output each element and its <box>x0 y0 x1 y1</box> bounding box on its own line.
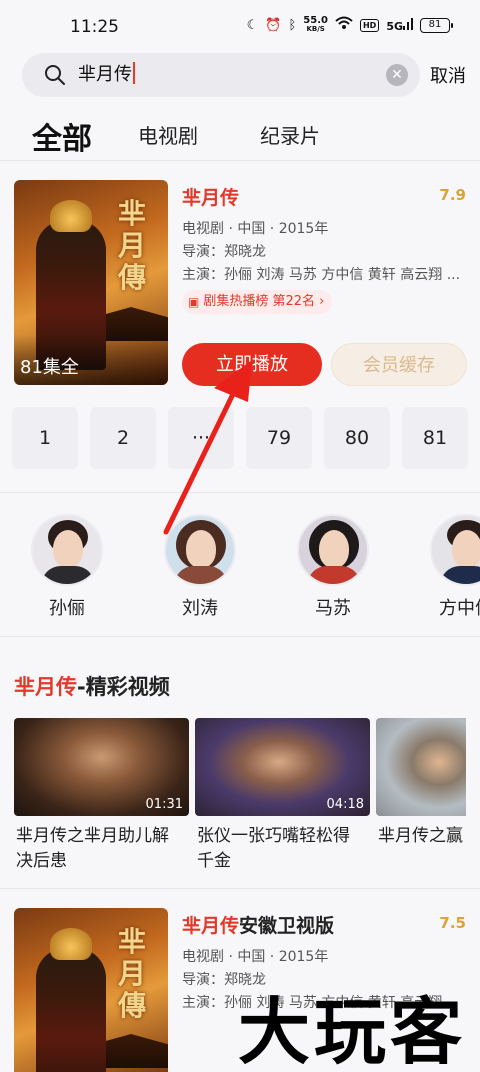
result-2-director: 导演：郑晓龙 <box>182 972 266 988</box>
avatar-body <box>307 566 361 584</box>
result-2-title-extra: 安徽卫视版 <box>239 915 335 937</box>
episode-count-badge: 81集全 <box>20 357 79 378</box>
poster-calligraphy: 芈月傳 <box>118 925 147 1022</box>
episode-button-80[interactable]: 80 <box>324 407 390 469</box>
rank-chip[interactable]: ▣ 剧集热播榜 第22名 › <box>182 290 333 314</box>
result-1-title[interactable]: 芈月传 <box>182 183 239 210</box>
video-title-3[interactable]: 芈月传之赢 <box>378 824 478 849</box>
video-title-line: 芈月传之芈月助儿解 <box>16 826 169 846</box>
avatar <box>297 514 369 586</box>
text-caret <box>133 62 135 84</box>
rank-label: 剧集热播榜 第22名 › <box>203 294 325 309</box>
cancel-button[interactable]: 取消 <box>430 62 466 88</box>
status-bar: 11:25 ☾ ⏰ ᛒ 55.0 KB/S HD 5G 81 <box>0 0 480 54</box>
fire-icon: ▣ <box>188 295 200 309</box>
video-title-line: 决后患 <box>16 851 67 871</box>
status-time: 11:25 <box>70 17 119 37</box>
section-title-highlight: 芈月传 <box>14 675 77 699</box>
episode-button-79[interactable]: 79 <box>246 407 312 469</box>
video-title-1[interactable]: 芈月传之芈月助儿解 决后患 <box>16 824 169 874</box>
video-duration: 04:18 <box>326 797 364 812</box>
cast-name: 孙俪 <box>49 598 85 619</box>
alarm-icon: ⏰ <box>265 17 282 33</box>
avatar-face <box>53 530 83 568</box>
battery-icon: 81 <box>420 17 453 33</box>
avatar-face <box>452 530 480 568</box>
cast-item[interactable]: 马苏 <box>288 514 378 620</box>
result-1-director: 导演：郑晓龙 <box>182 244 266 260</box>
video-title-line: 张仪一张巧嘴轻松得 <box>197 826 350 846</box>
video-title-line: 芈月传之赢 <box>378 826 463 846</box>
cast-divider-bottom <box>0 636 480 637</box>
moon-icon: ☾ <box>246 17 259 33</box>
result-2-title[interactable]: 芈月传安徽卫视版 <box>182 911 334 938</box>
cast-name: 刘涛 <box>182 598 218 619</box>
video-title-line: 千金 <box>197 851 231 871</box>
avatar-body <box>174 566 228 584</box>
video-thumbnail-1[interactable]: 01:31 <box>14 718 189 816</box>
video-thumbnail-3[interactable] <box>376 718 466 816</box>
section-title: 芈月传-精彩视频 <box>14 671 170 701</box>
tab-tv-series[interactable]: 电视剧 <box>138 120 198 149</box>
video-title-2[interactable]: 张仪一张巧嘴轻松得 千金 <box>197 824 350 874</box>
video-duration: 01:31 <box>145 797 183 812</box>
net-speed-value: 55.0 <box>303 15 328 26</box>
avatar <box>430 514 480 586</box>
cast-item[interactable]: 方中信 <box>421 514 480 620</box>
signal-label: 5G <box>386 19 403 33</box>
clear-icon[interactable]: ✕ <box>386 64 408 86</box>
poster-calligraphy: 芈月傳 <box>118 197 147 294</box>
cast-name: 方中信 <box>439 598 480 619</box>
poster-result-1[interactable]: 芈月傳 81集全 <box>14 180 168 385</box>
net-speed-unit: KB/S <box>306 25 325 33</box>
episode-more-button[interactable]: ··· <box>168 407 234 469</box>
section-title-rest: -精彩视频 <box>77 675 170 699</box>
avatar <box>164 514 236 586</box>
search-query: 芈月传 <box>78 64 132 85</box>
member-cache-button[interactable]: 会员缓存 <box>331 343 467 386</box>
avatar-body <box>41 566 95 584</box>
result-1-score: 7.9 <box>439 186 466 204</box>
episode-button-1[interactable]: 1 <box>12 407 78 469</box>
net-speed: 55.0 KB/S <box>303 16 328 34</box>
avatar-face <box>319 530 349 568</box>
cast-name: 马苏 <box>315 598 351 619</box>
search-icon <box>45 65 65 85</box>
cast-item[interactable]: 刘涛 <box>155 514 245 620</box>
tabs-divider <box>0 160 480 161</box>
avatar <box>31 514 103 586</box>
tab-documentary[interactable]: 纪录片 <box>260 120 320 149</box>
result-2-score: 7.5 <box>439 914 466 932</box>
status-icons: ☾ ⏰ ᛒ 55.0 KB/S HD 5G 81 <box>246 16 453 34</box>
poster-figure <box>36 948 106 1072</box>
hd-badge: HD <box>359 18 380 32</box>
bluetooth-icon: ᛒ <box>288 17 297 33</box>
videos-divider <box>0 888 480 889</box>
avatar-face <box>186 530 216 568</box>
wifi-icon <box>335 16 353 34</box>
episode-button-2[interactable]: 2 <box>90 407 156 469</box>
search-bar[interactable]: 芈月传 ✕ <box>22 53 420 97</box>
cast-divider-top <box>0 492 480 493</box>
tab-all[interactable]: 全部 <box>32 114 92 158</box>
play-now-button[interactable]: 立即播放 <box>182 343 322 386</box>
result-1-cast: 主演：孙俪 刘涛 马苏 方中信 黄轩 高云翔 ... <box>182 267 461 283</box>
result-2-meta: 电视剧 · 中国 · 2015年 <box>182 949 329 965</box>
search-input[interactable]: 芈月传 <box>78 62 135 88</box>
poster-crown <box>50 928 92 960</box>
video-thumbnail-2[interactable]: 04:18 <box>195 718 370 816</box>
avatar-body <box>440 566 480 584</box>
episode-button-81[interactable]: 81 <box>402 407 468 469</box>
poster-crown <box>50 200 92 232</box>
poster-result-2[interactable]: 芈月傳 <box>14 908 168 1072</box>
watermark: 大玩客 <box>238 989 467 1072</box>
result-1-meta: 电视剧 · 中国 · 2015年 <box>182 221 329 237</box>
cast-item[interactable]: 孙俪 <box>22 514 112 620</box>
result-2-title-main: 芈月传 <box>182 915 240 937</box>
signal-icon: 5G <box>386 17 413 33</box>
